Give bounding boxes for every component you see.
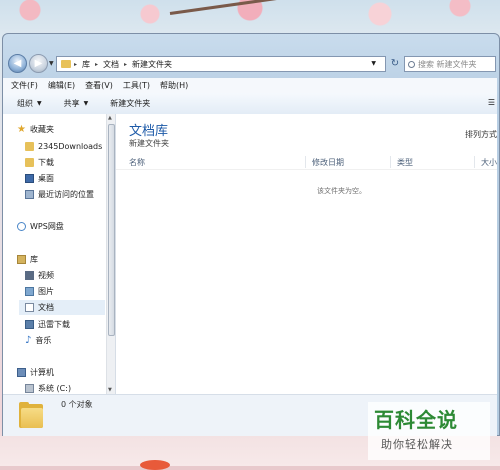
menu-tools[interactable]: 工具(T) xyxy=(123,80,150,91)
library-title: 文档库 xyxy=(129,124,169,139)
nav-item-2345downloads[interactable]: 2345Downloads xyxy=(25,139,102,154)
new-folder-button[interactable]: 新建文件夹 xyxy=(110,98,150,109)
downloads-folder-icon xyxy=(25,158,34,167)
navigation-bar: ◀ ▶ ▼ ▸ 库 ▸ 文档 ▸ 新建文件夹 ▼ ↻ xyxy=(2,51,498,75)
refresh-button[interactable]: ↻ xyxy=(388,56,402,72)
nav-item-downloads[interactable]: 下载 xyxy=(25,155,54,170)
recent-places-icon xyxy=(25,190,34,199)
empty-folder-message: 该文件夹为空。 xyxy=(317,187,366,195)
breadcrumb-new-folder[interactable]: 新建文件夹 xyxy=(132,59,172,70)
object-count: 0 个对象 xyxy=(61,400,93,409)
folder-icon xyxy=(61,60,71,68)
star-icon: ★ xyxy=(17,124,26,135)
nav-item-label: 迅雷下载 xyxy=(38,320,70,329)
nav-item-drive-c[interactable]: 系统 (C:) xyxy=(25,381,71,394)
library-icon xyxy=(17,255,26,264)
menu-help[interactable]: 帮助(H) xyxy=(160,80,188,91)
document-icon xyxy=(25,303,34,312)
column-divider[interactable] xyxy=(390,156,391,168)
nav-favorites[interactable]: ★ 收藏夹 xyxy=(17,122,54,137)
cloud-icon xyxy=(17,222,26,231)
breadcrumb-documents[interactable]: 文档 xyxy=(103,59,119,70)
menu-file[interactable]: 文件(F) xyxy=(11,80,38,91)
chevron-down-icon: ▼ xyxy=(83,100,89,107)
nav-item-label: 系统 (C:) xyxy=(38,384,72,393)
new-folder-label: 新建文件夹 xyxy=(110,99,151,108)
computer-icon xyxy=(17,368,26,377)
view-options-icon[interactable]: ☰ xyxy=(488,98,495,107)
nav-item-label: 下载 xyxy=(38,158,54,167)
video-icon xyxy=(25,271,34,280)
nav-computer-label: 计算机 xyxy=(30,368,54,377)
desktop-icon xyxy=(25,174,34,183)
music-icon: ♪ xyxy=(25,335,32,346)
watermark-title: 百科全说 xyxy=(374,408,458,432)
breadcrumb-separator[interactable]: ▸ xyxy=(74,61,77,68)
nav-libraries-label: 库 xyxy=(30,255,38,264)
search-input[interactable] xyxy=(418,59,488,69)
address-bar[interactable]: ▸ 库 ▸ 文档 ▸ 新建文件夹 ▼ xyxy=(56,56,386,72)
nav-item-recent-places[interactable]: 最近访问的位置 xyxy=(25,187,94,202)
nav-item-label: 音乐 xyxy=(35,336,52,345)
folder-icon xyxy=(19,402,43,428)
address-history-dropdown-icon[interactable]: ▼ xyxy=(371,60,376,67)
column-divider[interactable] xyxy=(305,156,306,168)
share-button[interactable]: 共享 ▼ xyxy=(64,98,89,109)
nav-item-label: 图片 xyxy=(38,287,54,296)
breadcrumb-separator[interactable]: ▸ xyxy=(124,61,127,68)
share-label: 共享 xyxy=(63,99,80,108)
nav-libraries[interactable]: 库 xyxy=(17,252,38,267)
chevron-down-icon: ▼ xyxy=(37,100,42,107)
wallpaper-flower xyxy=(140,460,170,470)
folder-icon xyxy=(25,142,34,151)
scroll-up-icon[interactable]: ▲ xyxy=(108,115,112,121)
scroll-down-icon[interactable]: ▼ xyxy=(108,387,112,393)
nav-favorites-label: 收藏夹 xyxy=(29,125,54,134)
nav-wps-cloud[interactable]: WPS网盘 xyxy=(17,219,64,234)
column-headers: 名称 修改日期 类型 大小 xyxy=(116,155,497,170)
column-header-date[interactable]: 修改日期 xyxy=(312,157,344,168)
nav-item-label: 2345Downloads xyxy=(38,142,103,151)
breadcrumb-library[interactable]: 库 xyxy=(82,59,90,70)
picture-icon xyxy=(25,287,34,296)
nav-item-label: 最近访问的位置 xyxy=(38,190,94,199)
watermark-subtitle: 助你轻松解决 xyxy=(381,438,453,451)
library-subtitle: 新建文件夹 xyxy=(129,139,169,148)
column-divider[interactable] xyxy=(474,156,475,168)
nav-scrollbar[interactable]: ▲ ▼ xyxy=(106,114,115,394)
menu-bar: 文件(F) 编辑(E) 查看(V) 工具(T) 帮助(H) xyxy=(3,78,497,94)
nav-item-label: 桌面 xyxy=(38,174,54,183)
nav-wps-label: WPS网盘 xyxy=(30,222,64,231)
nav-item-xunlei-downloads[interactable]: 迅雷下载 xyxy=(25,317,70,332)
nav-item-videos[interactable]: 视频 xyxy=(25,268,54,283)
menu-view[interactable]: 查看(V) xyxy=(85,80,113,91)
search-icon xyxy=(408,60,415,68)
back-button[interactable]: ◀ xyxy=(8,54,27,73)
watermark-logo: 百科全说 助你轻松解决 xyxy=(368,402,490,460)
nav-item-documents[interactable]: 文档 xyxy=(19,300,105,315)
nav-item-label: 视频 xyxy=(38,271,54,280)
column-header-type[interactable]: 类型 xyxy=(397,157,413,168)
drive-icon xyxy=(25,384,34,393)
breadcrumb-separator[interactable]: ▸ xyxy=(95,61,98,68)
menu-edit[interactable]: 编辑(E) xyxy=(48,80,75,91)
download-icon xyxy=(25,320,34,329)
nav-item-desktop[interactable]: 桌面 xyxy=(25,171,54,186)
nav-item-label: 文档 xyxy=(38,303,54,312)
organize-label: 组织 xyxy=(17,99,33,108)
command-bar: 组织 ▼ 共享 ▼ 新建文件夹 ☰ xyxy=(3,93,497,115)
scrollbar-thumb[interactable] xyxy=(108,124,115,336)
column-header-name[interactable]: 名称 xyxy=(129,157,145,168)
recent-pages-dropdown[interactable]: ▼ xyxy=(49,60,54,67)
arrange-by-dropdown[interactable]: 排列方式 xyxy=(465,129,497,140)
content-pane[interactable]: 文档库 新建文件夹 排列方式 名称 修改日期 类型 大小 该文件夹为空。 xyxy=(116,114,497,394)
organize-button[interactable]: 组织 ▼ xyxy=(17,98,42,109)
nav-item-music[interactable]: ♪ 音乐 xyxy=(25,333,51,348)
forward-button[interactable]: ▶ xyxy=(29,54,48,73)
column-header-size[interactable]: 大小 xyxy=(481,157,497,168)
nav-item-pictures[interactable]: 图片 xyxy=(25,284,54,299)
nav-computer[interactable]: 计算机 xyxy=(17,365,54,380)
navigation-pane: ★ 收藏夹 2345Downloads 下载 桌面 最近访问的位置 WPS网盘 … xyxy=(3,114,116,394)
search-box[interactable] xyxy=(404,56,496,72)
